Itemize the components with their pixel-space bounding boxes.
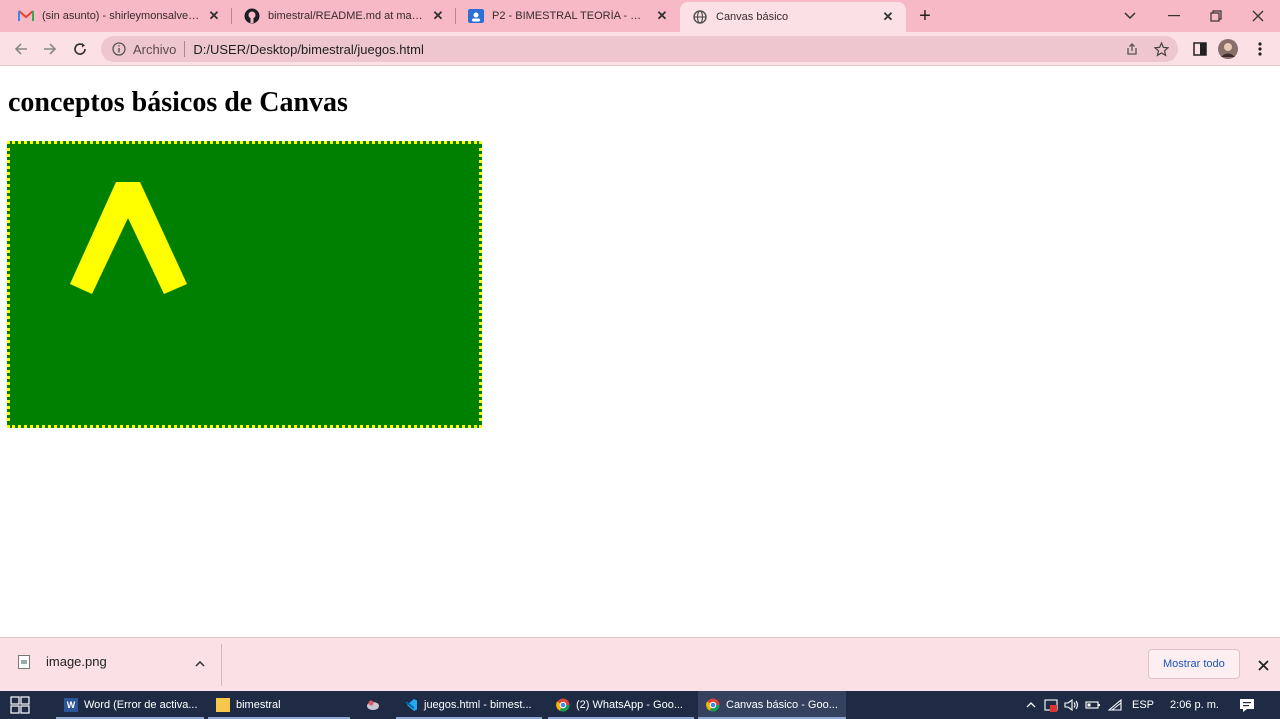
close-tab-icon[interactable]: ✕ (206, 8, 222, 24)
vscode-icon (404, 698, 418, 712)
restore-icon (1210, 10, 1222, 22)
wifi-icon[interactable] (1104, 699, 1126, 711)
menu-button[interactable] (1248, 37, 1272, 61)
star-icon (1153, 41, 1169, 57)
minimize-icon (1168, 15, 1180, 17)
folder-icon (216, 698, 230, 712)
restore-button[interactable] (1194, 0, 1238, 32)
back-button[interactable] (9, 37, 33, 61)
kebab-menu-icon (1258, 42, 1262, 56)
download-filename: image.png (46, 654, 107, 669)
taskbar-app-word[interactable]: W Word (Error de activa... (56, 691, 204, 719)
taskbar-app-misc[interactable] (358, 691, 394, 719)
tab-canvas-basico[interactable]: Canvas básico ✕ (680, 2, 906, 32)
page-content: conceptos básicos de Canvas (0, 67, 1280, 637)
language-indicator[interactable]: ESP (1132, 699, 1154, 711)
divider (184, 41, 186, 57)
notifications-button[interactable] (1237, 698, 1257, 713)
download-options-button[interactable] (190, 654, 210, 674)
notification-icon (1239, 698, 1254, 712)
avatar (1218, 39, 1238, 59)
info-icon[interactable] (111, 41, 127, 57)
close-window-button[interactable] (1236, 0, 1280, 32)
reload-icon (74, 43, 86, 55)
taskbar-app-canvas-basico[interactable]: Canvas básico - Goo... (698, 691, 846, 719)
task-view-button[interactable] (10, 696, 30, 714)
chevron-up-shape (70, 182, 187, 294)
close-download-bar-button[interactable] (1252, 654, 1274, 676)
tab-classroom[interactable]: P2 - BIMESTRAL TEORÍA - PRÁCT ✕ (456, 0, 680, 32)
image-file-icon (18, 654, 30, 669)
show-all-button[interactable]: Mostrar todo (1148, 649, 1240, 679)
close-tab-icon[interactable]: ✕ (654, 8, 670, 24)
taskbar-app-vscode[interactable]: juegos.html - bimest... (396, 691, 542, 719)
taskbar-app-label: (2) WhatsApp - Goo... (576, 699, 683, 711)
address-bar[interactable]: Archivo D:/USER/Desktop/bimestral/juegos… (101, 36, 1178, 62)
page-title: conceptos básicos de Canvas (8, 87, 348, 118)
taskbar-app-label: bimestral (236, 699, 281, 711)
tab-strip: (sin asunto) - shirleymonsalve@c ✕ bimes… (0, 0, 1280, 32)
close-icon (1252, 10, 1264, 22)
taskbar-app-whatsapp[interactable]: (2) WhatsApp - Goo... (548, 691, 694, 719)
tab-search-button[interactable] (1108, 0, 1152, 32)
divider (221, 644, 222, 686)
share-button[interactable] (1120, 36, 1144, 62)
forward-button[interactable] (38, 37, 62, 61)
share-icon (1127, 43, 1137, 55)
arrow-right-icon (44, 43, 57, 55)
task-view-icon (10, 696, 30, 714)
chrome-icon (706, 698, 720, 712)
tab-title: bimestral/README.md at main · (268, 10, 424, 22)
word-icon: W (64, 698, 78, 712)
tab-title: Canvas básico (716, 11, 789, 23)
bookmark-button[interactable] (1149, 36, 1173, 62)
tab-gmail[interactable]: (sin asunto) - shirleymonsalve@c ✕ (0, 0, 232, 32)
profile-button[interactable] (1216, 37, 1240, 61)
taskbar-app-label: Canvas básico - Goo... (726, 699, 838, 711)
classroom-icon (468, 8, 484, 24)
scheme-label: Archivo (133, 41, 177, 57)
taskbar-app-label: Word (Error de activa... (84, 699, 198, 711)
download-item[interactable]: image.png (18, 654, 107, 669)
arrow-left-icon (14, 43, 27, 55)
chevron-up-icon (195, 661, 205, 667)
clock[interactable]: 2:06 p. m. (1170, 699, 1219, 711)
side-panel-button[interactable] (1188, 37, 1212, 61)
globe-icon (692, 9, 708, 25)
antivirus-icon[interactable] (1040, 698, 1062, 712)
taskbar-app-label: juegos.html - bimest... (424, 699, 532, 711)
taskbar-app-explorer[interactable]: bimestral (208, 691, 350, 719)
side-panel-icon (1193, 42, 1207, 56)
system-tray: ESP 2:06 p. m. (1022, 691, 1257, 719)
battery-icon[interactable] (1082, 700, 1104, 710)
gmail-icon (18, 8, 34, 24)
tab-title: P2 - BIMESTRAL TEORÍA - PRÁCT (492, 10, 648, 22)
close-tab-icon[interactable]: ✕ (430, 8, 446, 24)
close-icon (1257, 659, 1269, 671)
reload-button[interactable] (68, 37, 92, 61)
windows-taskbar: W Word (Error de activa... bimestral jue… (0, 691, 1280, 719)
close-tab-icon[interactable]: ✕ (880, 9, 896, 25)
chevron-up-icon (1026, 702, 1036, 708)
tab-title: (sin asunto) - shirleymonsalve@c (42, 10, 200, 22)
canvas-element[interactable] (7, 141, 482, 428)
chevron-down-icon (1124, 12, 1136, 20)
github-icon (244, 8, 260, 24)
browser-toolbar: Archivo D:/USER/Desktop/bimestral/juegos… (0, 32, 1280, 66)
download-bar: image.png Mostrar todo (0, 637, 1280, 691)
app-icon (366, 698, 380, 712)
tab-github[interactable]: bimestral/README.md at main · ✕ (232, 0, 456, 32)
show-hidden-icons-button[interactable] (1022, 702, 1040, 708)
chrome-icon (556, 698, 570, 712)
url-text[interactable]: D:/USER/Desktop/bimestral/juegos.html (193, 42, 423, 57)
minimize-button[interactable] (1152, 0, 1196, 32)
new-tab-button[interactable]: + (914, 5, 936, 27)
volume-icon[interactable] (1062, 699, 1082, 711)
